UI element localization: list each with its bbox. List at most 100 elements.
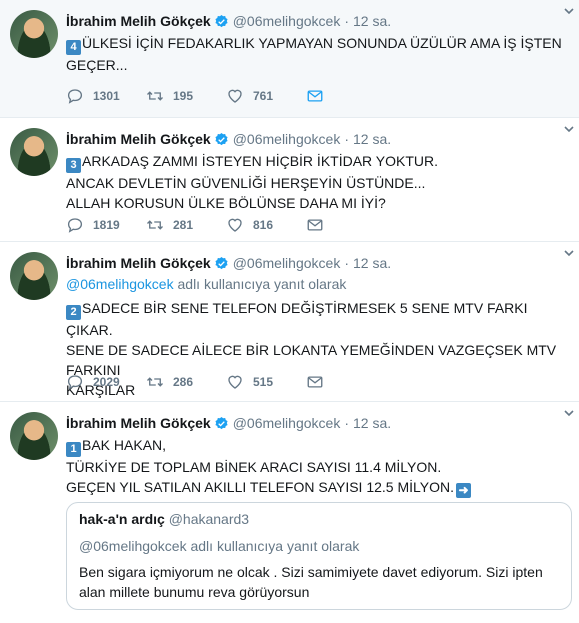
envelope-icon (307, 219, 323, 231)
keycap-number-icon: 1 (66, 442, 81, 457)
envelope-icon (307, 90, 323, 102)
tweet-body: ÜLKESİ İÇİN FEDAKARLIK YAPMAYAN SONUNDA … (66, 35, 562, 73)
like-count: 761 (253, 89, 274, 103)
author-name[interactable]: İbrahim Melih Gökçek (66, 13, 211, 29)
tweet-actions: 2029 286 515 (66, 372, 386, 392)
like-count: 515 (253, 375, 274, 389)
avatar[interactable] (10, 128, 58, 176)
reply-mention-link[interactable]: @06melihgokcek (66, 276, 174, 292)
retweet-button[interactable]: 281 (146, 216, 226, 234)
quoted-reply-context: @06melihgokcek adlı kullanıcıya yanıt ol… (79, 538, 360, 554)
chevron-down-icon[interactable] (563, 407, 575, 419)
avatar[interactable] (10, 412, 58, 460)
tweet-text: 4 ÜLKESİ İÇİN FEDAKARLIK YAPMAYAN SONUNDA… (66, 33, 567, 75)
direct-message-button[interactable] (306, 216, 386, 234)
retweet-button[interactable]: 195 (146, 87, 226, 105)
quoted-tweet-line: Ben sigara içmiyorum ne olcak . Sizi sam… (79, 564, 543, 580)
separator: · (344, 131, 349, 147)
heart-icon (228, 89, 242, 103)
reply-count: 1819 (93, 218, 120, 232)
arrow-right-icon: ➜ (456, 483, 472, 498)
retweet-button[interactable]: 286 (146, 373, 226, 391)
tweet-line: ALLAH KORUSUN ÜLKE BÖLÜNSE DAHA MI İYİ? (66, 195, 386, 211)
retweet-count: 195 (173, 89, 194, 103)
separator: · (344, 415, 349, 431)
verified-badge-icon (215, 132, 228, 145)
retweet-icon (147, 377, 163, 387)
author-name[interactable]: İbrahim Melih Gökçek (66, 131, 211, 147)
chevron-down-icon[interactable] (563, 123, 575, 135)
author-name[interactable]: İbrahim Melih Gökçek (66, 255, 211, 271)
quoted-tweet-text: Ben sigara içmiyorum ne olcak . Sizi sam… (79, 562, 559, 602)
like-button[interactable]: 515 (226, 373, 306, 391)
retweet-icon (147, 91, 163, 101)
author-handle[interactable]: @06melihgokcek (233, 255, 341, 271)
tweet-actions: 1301 195 761 (66, 86, 386, 106)
tweet-feed: İbrahim Melih Gökçek @06melihgokcek · 12… (0, 0, 579, 623)
tweet-4[interactable]: İbrahim Melih Gökçek @06melihgokcek · 12… (0, 0, 579, 118)
tweet-line: SADECE BİR SENE TELEFON DEĞİŞTİRMESEK 5 … (66, 300, 528, 338)
chevron-down-icon[interactable] (563, 5, 575, 17)
reply-icon (67, 218, 83, 233)
direct-message-button[interactable] (306, 373, 386, 391)
reply-icon (67, 375, 83, 390)
tweet-2[interactable]: İbrahim Melih Gökçek @06melihgokcek · 12… (0, 242, 579, 402)
reply-button[interactable]: 1301 (66, 87, 146, 105)
quoted-author-name: hak-a'n ardıç (79, 511, 165, 527)
author-handle[interactable]: @06melihgokcek (233, 13, 341, 29)
tweet-line: BAK HAKAN, (82, 437, 167, 453)
timestamp[interactable]: 12 sa. (353, 255, 391, 271)
like-button[interactable]: 816 (226, 216, 306, 234)
quoted-tweet[interactable]: hak-a'n ardıç @hakanard3 @06melihgokcek … (66, 502, 572, 610)
tweet-actions: 1819 281 816 (66, 215, 386, 235)
tweet-3[interactable]: İbrahim Melih Gökçek @06melihgokcek · 12… (0, 118, 579, 242)
keycap-number-icon: 3 (66, 158, 81, 173)
tweet-header: İbrahim Melih Gökçek @06melihgokcek · 12… (66, 10, 567, 32)
like-count: 816 (253, 218, 274, 232)
verified-badge-icon (215, 14, 228, 27)
tweet-line: ARKADAŞ ZAMMI İSTEYEN HİÇBİR İKTİDAR YOK… (82, 153, 439, 169)
reply-icon (67, 89, 83, 104)
tweet-line: TÜRKİYE DE TOPLAM BİNEK ARACI SAYISI 11.… (66, 459, 442, 475)
author-handle[interactable]: @06melihgokcek (233, 131, 341, 147)
quoted-tweet-line: alan millete bunumu reva görüyorsun (79, 584, 310, 600)
like-button[interactable]: 761 (226, 87, 306, 105)
timestamp[interactable]: 12 sa. (353, 415, 391, 431)
tweet-header: İbrahim Melih Gökçek @06melihgokcek · 12… (66, 128, 567, 150)
tweet-line: GEÇEN YIL SATILAN AKILLI TELEFON SAYISI … (66, 479, 455, 495)
tweet-header: İbrahim Melih Gökçek @06melihgokcek · 12… (66, 252, 567, 274)
verified-badge-icon (215, 416, 228, 429)
reply-context: @06melihgokcek adlı kullanıcıya yanıt ol… (66, 274, 567, 294)
timestamp[interactable]: 12 sa. (353, 13, 391, 29)
direct-message-button[interactable] (306, 87, 386, 105)
avatar[interactable] (10, 252, 58, 300)
tweet-1[interactable]: İbrahim Melih Gökçek @06melihgokcek · 12… (0, 402, 579, 623)
tweet-line: ANCAK DEVLETİN GÜVENLİĞİ HERŞEYİN ÜSTÜND… (66, 175, 426, 191)
avatar[interactable] (10, 10, 58, 58)
author-name[interactable]: İbrahim Melih Gökçek (66, 415, 211, 431)
timestamp[interactable]: 12 sa. (353, 131, 391, 147)
reply-button[interactable]: 2029 (66, 373, 146, 391)
quoted-tweet-header: hak-a'n ardıç @hakanard3 (79, 511, 559, 529)
tweet-text: 3 ARKADAŞ ZAMMI İSTEYEN HİÇBİR İKTİDAR YO… (66, 151, 567, 213)
tweet-text: 1 BAK HAKAN, TÜRKİYE DE TOPLAM BİNEK ARAC… (66, 435, 567, 498)
chevron-down-icon[interactable] (563, 247, 575, 259)
keycap-number-icon: 2 (66, 305, 81, 320)
keycap-number-icon: 4 (66, 40, 81, 55)
tweet-header: İbrahim Melih Gökçek @06melihgokcek · 12… (66, 412, 567, 434)
reply-count: 1301 (93, 89, 120, 103)
retweet-count: 286 (173, 375, 194, 389)
quoted-author-handle: @hakanard3 (168, 511, 250, 527)
reply-context-text: adlı kullanıcıya yanıt olarak (173, 276, 347, 292)
separator: · (344, 13, 349, 29)
reply-button[interactable]: 1819 (66, 216, 146, 234)
verified-badge-icon (215, 256, 228, 269)
envelope-icon (307, 376, 323, 388)
retweet-icon (147, 220, 163, 230)
heart-icon (228, 218, 242, 232)
retweet-count: 281 (173, 218, 194, 232)
reply-count: 2029 (93, 375, 120, 389)
author-handle[interactable]: @06melihgokcek (233, 415, 341, 431)
heart-icon (228, 375, 242, 389)
separator: · (344, 255, 349, 271)
